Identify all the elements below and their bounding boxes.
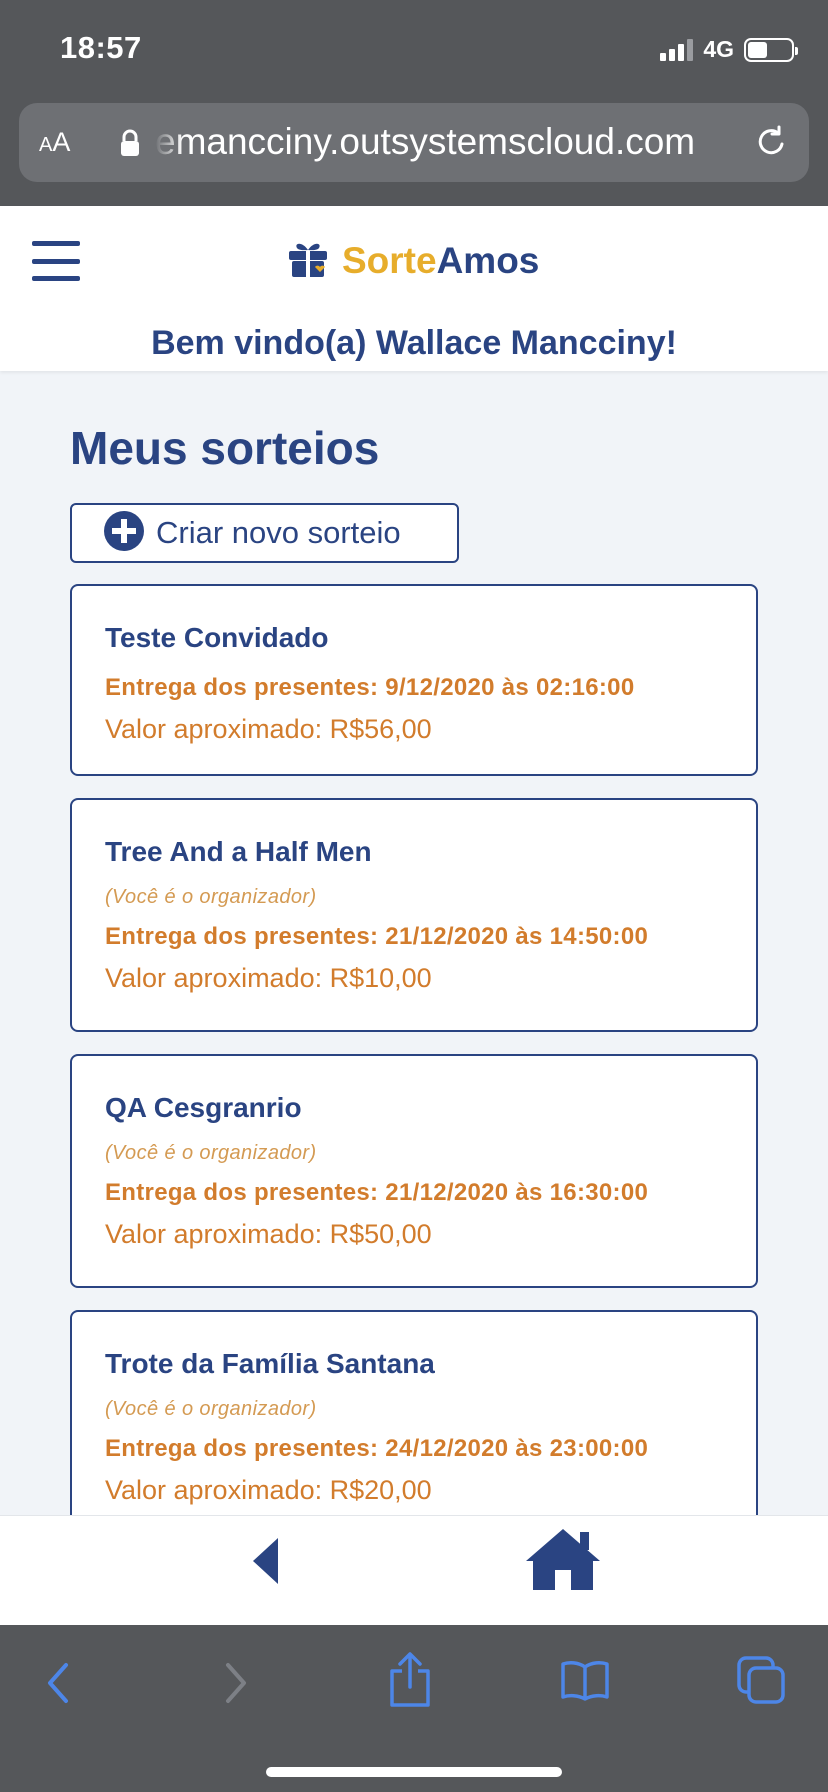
browser-top-bar: 18:57 4G AA emancciny.outsystemscloud.co… (0, 0, 828, 206)
create-draw-label: Criar novo sorteio (156, 515, 401, 550)
triangle-left-icon[interactable] (250, 1536, 282, 1591)
battery-icon (744, 37, 798, 62)
draw-card[interactable]: Teste Convidado Entrega dos presentes: 9… (70, 584, 758, 776)
text-size-button[interactable]: AA (39, 127, 70, 158)
draw-title: Tree And a Half Men (105, 836, 372, 867)
reload-icon[interactable] (755, 125, 789, 164)
book-icon[interactable] (560, 1659, 610, 1706)
home-icon[interactable] (524, 1526, 602, 1597)
brand-logo[interactable]: SorteAmos (288, 240, 539, 282)
app-header: SorteAmos Bem vindo(a) Wallace Mancciny! (0, 206, 828, 371)
draw-delivery: Entrega dos presentes: 21/12/2020 às 16:… (105, 1179, 649, 1206)
chevron-right-icon[interactable] (218, 1657, 252, 1714)
browser-toolbar (0, 1625, 828, 1792)
signal-icon (660, 38, 694, 61)
hamburger-icon[interactable] (32, 241, 80, 281)
draw-value: Valor aproximado: R$10,00 (105, 963, 432, 993)
organizer-note: (Você é o organizador) (105, 886, 317, 908)
main-content[interactable]: Meus sorteios Criar novo sorteio Teste C… (0, 371, 828, 1515)
draw-title: QA Cesgranrio (105, 1092, 302, 1123)
draw-title: Teste Convidado (105, 622, 329, 653)
chevron-left-icon[interactable] (42, 1657, 76, 1714)
draw-delivery: Entrega dos presentes: 24/12/2020 às 23:… (105, 1435, 649, 1462)
organizer-note: (Você é o organizador) (105, 1398, 317, 1420)
draw-delivery: Entrega dos presentes: 21/12/2020 às 14:… (105, 923, 649, 950)
draw-card[interactable]: QA Cesgranrio (Você é o organizador) Ent… (70, 1054, 758, 1288)
welcome-message: Bem vindo(a) Wallace Mancciny! (151, 324, 677, 362)
draw-title: Trote da Família Santana (105, 1348, 435, 1379)
plus-circle-icon (104, 510, 144, 556)
app-bottom-nav (0, 1515, 828, 1625)
gift-icon (288, 241, 328, 282)
share-icon[interactable] (388, 1651, 432, 1712)
draw-value: Valor aproximado: R$50,00 (105, 1219, 432, 1249)
draw-value: Valor aproximado: R$20,00 (105, 1475, 432, 1505)
page-title: Meus sorteios (70, 422, 380, 474)
network-label: 4G (703, 36, 734, 62)
create-draw-button[interactable]: Criar novo sorteio (70, 503, 459, 563)
draw-value: Valor aproximado: R$56,00 (105, 714, 432, 744)
status-indicators: 4G (660, 36, 798, 63)
draw-card[interactable]: Tree And a Half Men (Você é o organizado… (70, 798, 758, 1032)
home-indicator (266, 1767, 562, 1777)
draw-card[interactable]: Trote da Família Santana (Você é o organ… (70, 1310, 758, 1515)
status-time: 18:57 (60, 30, 142, 65)
draw-delivery: Entrega dos presentes: 9/12/2020 às 02:1… (105, 674, 635, 701)
url-text[interactable]: emancciny.outsystemscloud.com (155, 121, 745, 163)
address-bar[interactable]: AA emancciny.outsystemscloud.com (19, 103, 809, 182)
lock-icon (119, 129, 141, 162)
organizer-note: (Você é o organizador) (105, 1142, 317, 1164)
tabs-icon[interactable] (736, 1655, 786, 1710)
brand-name: SorteAmos (342, 240, 540, 281)
